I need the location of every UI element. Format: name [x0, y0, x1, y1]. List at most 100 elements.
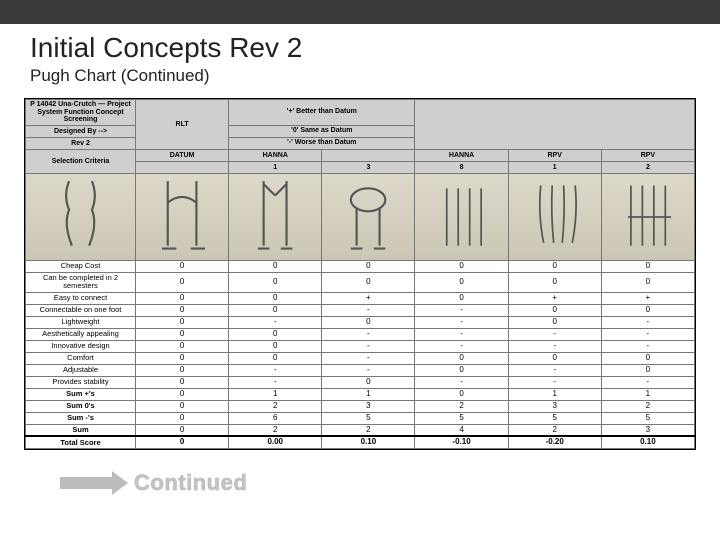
legend-plus: '+' Better than Datum	[229, 100, 415, 126]
summary-row: Sum -'s065555	[26, 412, 695, 424]
score-cell: -	[601, 328, 694, 340]
summary-row: Sum022423	[26, 424, 695, 436]
summary-cell: 2	[322, 424, 415, 436]
score-cell: -	[415, 376, 508, 388]
score-cell: -	[322, 304, 415, 316]
arrow-head-icon	[112, 471, 128, 495]
summary-cell: 2	[415, 400, 508, 412]
score-cell: 0	[136, 328, 229, 340]
summary-cell: 1	[322, 388, 415, 400]
score-cell: 0	[136, 352, 229, 364]
sketch-cell	[229, 174, 322, 261]
criterion-label: Lightweight	[26, 316, 136, 328]
criterion-label: Cheap Cost	[26, 261, 136, 273]
concept-number: 1	[229, 162, 322, 174]
table-row: Selection Criteria DATUM HANNA HANNA RPV…	[26, 150, 695, 162]
score-cell: +	[508, 292, 601, 304]
summary-label: Sum 0's	[26, 400, 136, 412]
page-title: Initial Concepts Rev 2	[30, 32, 720, 64]
total-cell: 0.10	[322, 436, 415, 448]
summary-cell: 1	[601, 388, 694, 400]
summary-label: Sum -'s	[26, 412, 136, 424]
summary-label: Sum	[26, 424, 136, 436]
summary-cell: 0	[136, 400, 229, 412]
score-cell: 0	[229, 340, 322, 352]
project-code: P 14042 Una-Crutch — Project System Func…	[26, 100, 136, 126]
score-cell: 0	[229, 304, 322, 316]
score-cell: 0	[229, 261, 322, 273]
score-cell: -	[601, 316, 694, 328]
continued-arrow: Continued	[60, 470, 720, 496]
score-cell: 0	[508, 316, 601, 328]
score-cell: 0	[136, 376, 229, 388]
summary-cell: 3	[322, 400, 415, 412]
summary-cell: 6	[229, 412, 322, 424]
criterion-label: Innovative design	[26, 340, 136, 352]
table-row: P 14042 Una-Crutch — Project System Func…	[26, 100, 695, 126]
score-cell: 0	[136, 316, 229, 328]
score-cell: 0	[229, 328, 322, 340]
score-cell: 0	[136, 292, 229, 304]
score-cell: 0	[601, 273, 694, 293]
designed-by-label: Designed By -->	[26, 126, 136, 138]
rev-label: Rev 2	[26, 138, 136, 150]
legend-zero: '0' Same as Datum	[229, 126, 415, 138]
score-cell: 0	[508, 273, 601, 293]
score-cell: -	[322, 328, 415, 340]
score-cell: 0	[322, 273, 415, 293]
table-row: Lightweight0-0-0-	[26, 316, 695, 328]
score-cell: -	[508, 376, 601, 388]
score-cell: 0	[136, 261, 229, 273]
sketch-cell	[26, 174, 136, 261]
summary-row: Sum 0's023232	[26, 400, 695, 412]
summary-cell: 0	[415, 388, 508, 400]
table-row: Connectable on one foot00--00	[26, 304, 695, 316]
total-cell: 0.00	[229, 436, 322, 448]
designer-name: HANNA	[415, 150, 508, 162]
score-cell: 0	[229, 292, 322, 304]
summary-cell: 2	[229, 400, 322, 412]
score-cell: 0	[136, 340, 229, 352]
summary-row: Sum +'s011011	[26, 388, 695, 400]
score-cell: 0	[229, 273, 322, 293]
concept-number: 8	[415, 162, 508, 174]
topbar	[0, 0, 720, 24]
legend-minus: '-' Worse than Datum	[229, 138, 415, 150]
table-row: Adjustable0--0-0	[26, 364, 695, 376]
summary-cell: 3	[601, 424, 694, 436]
score-cell: -	[601, 376, 694, 388]
score-cell: 0	[415, 364, 508, 376]
summary-cell: 0	[136, 424, 229, 436]
summary-cell: 2	[601, 400, 694, 412]
page-subtitle: Pugh Chart (Continued)	[30, 66, 720, 86]
concept-number	[136, 162, 229, 174]
concept-number: 3	[322, 162, 415, 174]
score-cell: 0	[322, 316, 415, 328]
datum-label: DATUM	[136, 150, 229, 162]
pugh-chart-wrapper: P 14042 Una-Crutch — Project System Func…	[24, 98, 696, 450]
sketch-cell	[136, 174, 229, 261]
criterion-label: Can be completed in 2 semesters	[26, 273, 136, 293]
rlt-header: RLT	[136, 100, 229, 150]
table-row: Easy to connect00+0++	[26, 292, 695, 304]
score-cell: 0	[322, 261, 415, 273]
sketch-cell	[601, 174, 694, 261]
table-row: Comfort00-000	[26, 352, 695, 364]
legend-blank	[415, 100, 695, 150]
score-cell: 0	[136, 273, 229, 293]
summary-cell: 3	[508, 400, 601, 412]
score-cell: 0	[601, 352, 694, 364]
score-cell: -	[415, 340, 508, 352]
score-cell: 0	[136, 364, 229, 376]
summary-cell: 0	[136, 412, 229, 424]
criterion-label: Comfort	[26, 352, 136, 364]
total-cell: -0.20	[508, 436, 601, 448]
summary-cell: 5	[508, 412, 601, 424]
summary-cell: 2	[229, 424, 322, 436]
score-cell: 0	[508, 261, 601, 273]
concept-number: 1	[508, 162, 601, 174]
summary-cell: 0	[136, 388, 229, 400]
table-row: Cheap Cost000000	[26, 261, 695, 273]
score-cell: 0	[601, 364, 694, 376]
selection-criteria-heading: Selection Criteria	[26, 150, 136, 174]
